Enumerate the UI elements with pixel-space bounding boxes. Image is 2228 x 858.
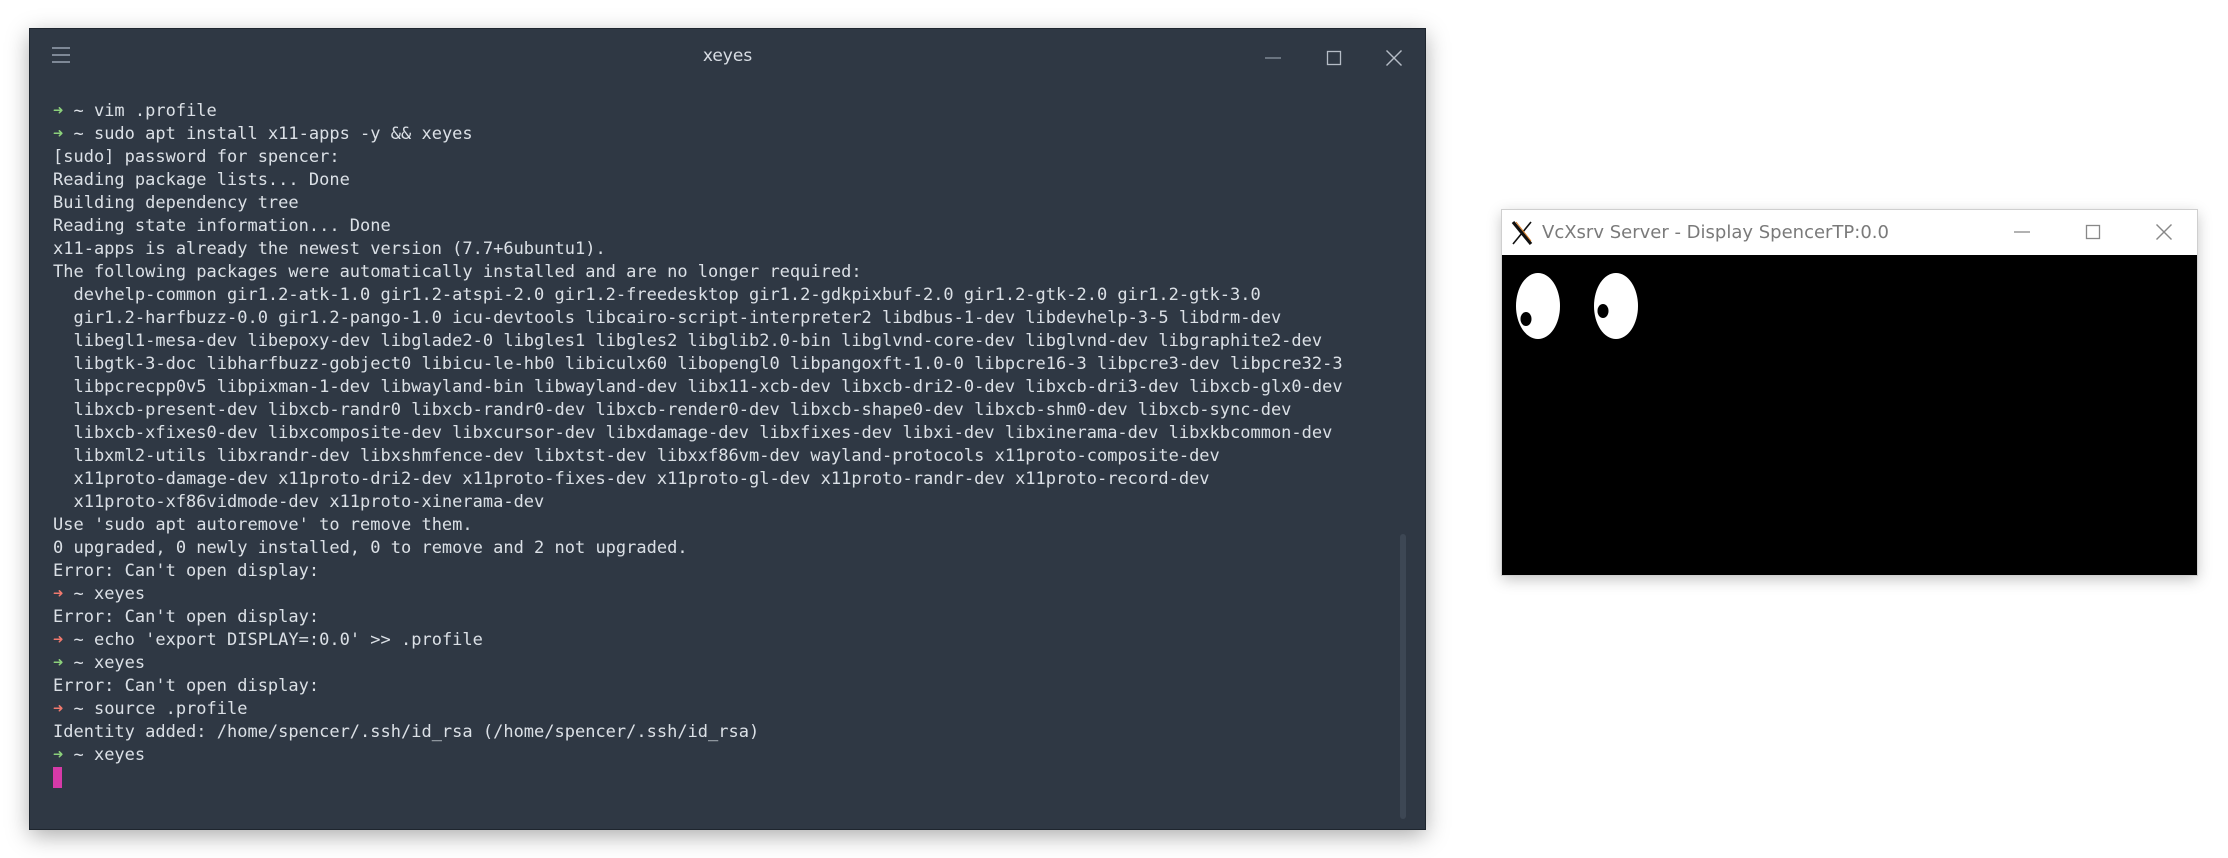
terminal-line-text: Error: Can't open display: [53,676,320,696]
terminal-line-text: ~ xeyes [63,745,146,765]
terminal-line: x11-apps is already the newest version (… [53,238,1395,261]
terminal-line: 0 upgraded, 0 newly installed, 0 to remo… [53,537,1395,560]
vcxsrv-window[interactable]: VcXsrv Server - Display SpencerTP:0.0 [1502,210,2197,575]
window-title: xeyes [702,46,753,66]
terminal-line-text: 0 upgraded, 0 newly installed, 0 to remo… [53,538,688,558]
terminal-line-text: ~ echo 'export DISPLAY=:0.0' >> .profile [63,630,483,650]
terminal-line: x11proto-damage-dev x11proto-dri2-dev x1… [53,468,1395,491]
terminal-line-text: ~ source .profile [63,699,248,719]
terminal-line-text: x11proto-damage-dev x11proto-dri2-dev x1… [53,469,1210,489]
terminal-line-text: libxml2-utils libxrandr-dev libxshmfence… [53,446,1220,466]
text-cursor [53,767,62,788]
prompt-arrow-icon: ➜ [53,653,64,673]
vcxsrv-minimize-button[interactable] [2002,215,2042,249]
prompt-arrow-icon: ➜ [53,699,64,719]
terminal-line: Reading state information... Done [53,215,1395,238]
terminal-line-text: ~ xeyes [63,584,146,604]
terminal-line: ➜ ~ sudo apt install x11-apps -y && xeye… [53,123,1395,146]
right-eye-icon [1589,268,1643,344]
terminal-line-text: ~ vim .profile [63,101,217,121]
terminal-line-text: gir1.2-harfbuzz-0.0 gir1.2-pango-1.0 icu… [53,308,1282,328]
terminal-line: libgtk-3-doc libharfbuzz-gobject0 libicu… [53,353,1395,376]
terminal-line-text: x11proto-xf86vidmode-dev x11proto-xinera… [53,492,545,512]
close-button[interactable] [1374,41,1414,75]
prompt-arrow-icon: ➜ [53,584,64,604]
terminal-line: Error: Can't open display: [53,606,1395,629]
vcxsrv-maximize-button[interactable] [2073,215,2113,249]
terminal-line: ➜ ~ xeyes [53,744,1395,767]
scrollbar[interactable] [1400,534,1406,819]
terminal-line: ➜ ~ xeyes [53,583,1395,606]
terminal-line: ➜ ~ xeyes [53,652,1395,675]
vcxsrv-titlebar[interactable]: VcXsrv Server - Display SpencerTP:0.0 [1502,210,2197,255]
terminal-line-text: The following packages were automaticall… [53,262,862,282]
terminal-line: devhelp-common gir1.2-atk-1.0 gir1.2-ats… [53,284,1395,307]
left-eye-icon [1511,268,1565,344]
x-logo-icon [1510,220,1534,250]
prompt-arrow-icon: ➜ [53,124,64,144]
terminal-line: libxml2-utils libxrandr-dev libxshmfence… [53,445,1395,468]
terminal-output[interactable]: ➜ ~ vim .profile ➜ ~ sudo apt install x11… [53,100,1395,809]
minimize-icon [2014,231,2030,233]
prompt-arrow-icon: ➜ [53,745,64,765]
terminal-line: x11proto-xf86vidmode-dev x11proto-xinera… [53,491,1395,514]
minimize-icon [1265,57,1281,59]
vcxsrv-close-button[interactable] [2144,215,2184,249]
xeyes-canvas[interactable] [1502,255,2197,575]
terminal-line: Building dependency tree [53,192,1395,215]
terminal-line-text: [sudo] password for spencer: [53,147,340,167]
prompt-arrow-icon: ➜ [53,630,64,650]
terminal-line-text: devhelp-common gir1.2-atk-1.0 gir1.2-ats… [53,285,1261,305]
terminal-line-text: libpcrecpp0v5 libpixman-1-dev libwayland… [53,377,1343,397]
terminal-titlebar[interactable]: xeyes [30,29,1425,87]
terminal-line-text: Building dependency tree [53,193,299,213]
terminal-line: Use 'sudo apt autoremove' to remove them… [53,514,1395,537]
prompt-arrow-icon: ➜ [53,101,64,121]
terminal-line: libxcb-present-dev libxcb-randr0 libxcb-… [53,399,1395,422]
vcxsrv-title: VcXsrv Server - Display SpencerTP:0.0 [1542,222,1889,243]
terminal-line: libegl1-mesa-dev libepoxy-dev libglade2-… [53,330,1395,353]
terminal-line-text: ~ sudo apt install x11-apps -y && xeyes [63,124,473,144]
terminal-line-text: ~ xeyes [63,653,146,673]
terminal-line-text: Error: Can't open display: [53,607,320,627]
maximize-icon [1326,50,1342,66]
terminal-line: Error: Can't open display: [53,675,1395,698]
terminal-line-text: Identity added: /home/spencer/.ssh/id_rs… [53,722,760,742]
terminal-line: gir1.2-harfbuzz-0.0 gir1.2-pango-1.0 icu… [53,307,1395,330]
terminal-line-text: Use 'sudo apt autoremove' to remove them… [53,515,473,535]
terminal-line-text: libxcb-xfixes0-dev libxcomposite-dev lib… [53,423,1333,443]
terminal-line: Identity added: /home/spencer/.ssh/id_rs… [53,721,1395,744]
terminal-line [53,767,1395,790]
maximize-icon [2085,224,2101,240]
minimize-button[interactable] [1253,41,1293,75]
terminal-line: libxcb-xfixes0-dev libxcomposite-dev lib… [53,422,1395,445]
terminal-line: ➜ ~ source .profile [53,698,1395,721]
terminal-window[interactable]: xeyes ➜ ~ vim .profile ➜ ~ sudo apt insta… [30,29,1425,829]
terminal-line-text: Reading state information... Done [53,216,391,236]
close-icon [1386,50,1402,66]
terminal-line-text: libxcb-present-dev libxcb-randr0 libxcb-… [53,400,1292,420]
terminal-line: Reading package lists... Done [53,169,1395,192]
terminal-line: [sudo] password for spencer: [53,146,1395,169]
terminal-line-text: libgtk-3-doc libharfbuzz-gobject0 libicu… [53,354,1343,374]
terminal-line-text: Error: Can't open display: [53,561,320,581]
terminal-line-text: libegl1-mesa-dev libepoxy-dev libglade2-… [53,331,1323,351]
maximize-button[interactable] [1314,41,1354,75]
terminal-line: libpcrecpp0v5 libpixman-1-dev libwayland… [53,376,1395,399]
terminal-line: The following packages were automaticall… [53,261,1395,284]
close-icon [2156,224,2172,240]
terminal-line: ➜ ~ vim .profile [53,100,1395,123]
terminal-line-text: Reading package lists... Done [53,170,350,190]
terminal-line-text: x11-apps is already the newest version (… [53,239,606,259]
terminal-line: Error: Can't open display: [53,560,1395,583]
terminal-line: ➜ ~ echo 'export DISPLAY=:0.0' >> .profi… [53,629,1395,652]
